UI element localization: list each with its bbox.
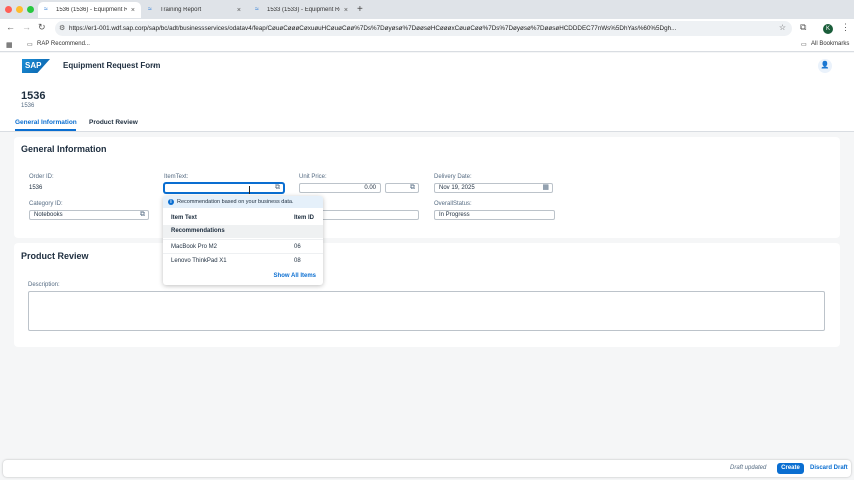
profile-avatar[interactable]: K (823, 24, 833, 34)
unit-price-label: Unit Price: (299, 174, 327, 180)
all-bookmarks[interactable]: All Bookmarks (811, 41, 849, 47)
delivery-date-label: Delivery Date: (434, 174, 472, 180)
browser-menu-icon[interactable]: ⋮ (841, 22, 850, 33)
section-title-product-review: Product Review (21, 251, 89, 261)
minimize-window-icon[interactable] (16, 6, 23, 13)
url-text: https://er1-001.wdf.sap.corp/sap/bc/adt/… (69, 25, 677, 32)
close-tab-icon[interactable]: × (131, 7, 135, 14)
bookmark-rap-recommend[interactable]: RAP Recommend... (37, 41, 90, 47)
bookmarks-bar: ▦ ▭ RAP Recommend... ▭ All Bookmarks (0, 38, 854, 52)
category-id-label: Category ID: (29, 201, 63, 207)
order-id-label: Order ID: (29, 174, 54, 180)
close-tab-icon[interactable]: × (344, 7, 348, 14)
site-info-icon[interactable]: ⚙ (59, 24, 65, 32)
reload-icon[interactable]: ↻ (38, 22, 46, 33)
create-button[interactable]: Create (777, 463, 804, 474)
apps-grid-icon[interactable]: ▦ (6, 41, 13, 49)
draft-status: Draft updated (730, 465, 767, 471)
browser-tab-bar: ≈ 1536 (1536) - Equipment Req... × ≈ Tra… (0, 0, 854, 19)
list-item[interactable]: Lenovo ThinkPad X1 08 (163, 253, 323, 267)
discard-draft-button[interactable]: Discard Draft (810, 465, 848, 471)
browser-tab-1533[interactable]: ≈ 1533 (1533) - Equipment Re... × (249, 2, 354, 18)
app-title[interactable]: Equipment Request Form (63, 61, 160, 70)
forward-arrow-icon[interactable]: → (22, 22, 31, 32)
value-help-icon[interactable]: ⧉ (140, 211, 145, 218)
item-text-input[interactable]: ⧉ (164, 183, 284, 193)
browser-tab-1536[interactable]: ≈ 1536 (1536) - Equipment Req... × (38, 2, 141, 18)
sap-favicon-icon: ≈ (255, 6, 259, 13)
section-title-general: General Information (21, 144, 107, 154)
column-header-item-text: Item Text (171, 215, 197, 221)
overall-status-input[interactable]: In Progress (434, 210, 555, 220)
sap-favicon-icon: ≈ (148, 6, 152, 13)
page-subtitle: 1536 (21, 103, 35, 109)
sap-logo[interactable]: SAP (22, 59, 50, 73)
selected-tab-indicator (15, 129, 76, 131)
item-text-label: ItemText: (164, 174, 189, 180)
description-label: Description: (28, 282, 60, 288)
show-all-items-link[interactable]: Show All Items (274, 273, 316, 279)
url-field[interactable]: ⚙ https://er1-001.wdf.sap.corp/sap/bc/ad… (55, 21, 792, 36)
address-bar-row: ← → ↻ ⚙ https://er1-001.wdf.sap.corp/sap… (0, 19, 854, 38)
browser-tab-training-report[interactable]: ≈ Training Report × (142, 2, 247, 18)
tab-general-information[interactable]: General Information (15, 119, 77, 126)
value-help-icon[interactable]: ⧉ (275, 184, 280, 191)
product-review-section: Product Review Description: (14, 243, 840, 347)
unit-price-input[interactable]: 0.00 (299, 183, 381, 193)
chevron-down-icon[interactable]: ⌄ (151, 61, 157, 69)
list-item[interactable]: MacBook Pro M2 06 (163, 239, 323, 253)
info-text: Recommendation based on your business da… (177, 199, 294, 205)
object-header: 1536 1536 General Information Product Re… (0, 80, 854, 132)
all-bookmarks-folder-icon: ▭ (801, 42, 807, 48)
text-cursor (249, 186, 251, 194)
info-icon: i (168, 199, 174, 205)
page-title: 1536 (21, 90, 46, 102)
description-textarea[interactable] (28, 291, 825, 331)
user-profile-icon[interactable]: 👤 (818, 59, 832, 73)
sap-favicon-icon: ≈ (44, 6, 48, 13)
delivery-date-input[interactable]: Nov 19, 2025 ▦ (434, 183, 553, 193)
calendar-icon[interactable]: ▦ (542, 184, 549, 191)
extensions-icon[interactable]: ⧉ (800, 22, 806, 33)
column-header-item-id: Item ID (294, 215, 315, 221)
maximize-window-icon[interactable] (27, 6, 34, 13)
general-information-section: General Information Order ID: 1536 ItemT… (14, 137, 840, 238)
info-strip: i Recommendation based on your business … (163, 196, 323, 208)
back-arrow-icon[interactable]: ← (6, 22, 15, 32)
tab-product-review[interactable]: Product Review (89, 119, 138, 126)
currency-input[interactable]: ⧉ (385, 183, 419, 193)
bookmark-star-icon[interactable]: ☆ (779, 23, 786, 32)
category-id-input[interactable]: Notebooks ⧉ (29, 210, 149, 220)
new-tab-icon[interactable]: + (357, 4, 363, 15)
shell-bar: SAP Equipment Request Form ⌄ (0, 53, 854, 80)
order-id-value: 1536 (29, 185, 43, 191)
close-tab-icon[interactable]: × (237, 7, 241, 14)
recommendation-popup: i Recommendation based on your business … (163, 196, 323, 285)
footer-toolbar: Draft updated Create Discard Draft (3, 460, 851, 477)
group-header: Recommendations (163, 225, 323, 238)
value-help-icon[interactable]: ⧉ (410, 184, 415, 191)
overall-status-label: OverallStatus: (434, 201, 472, 207)
close-window-icon[interactable] (5, 6, 12, 13)
bookmark-folder-icon: ▭ (27, 42, 33, 48)
